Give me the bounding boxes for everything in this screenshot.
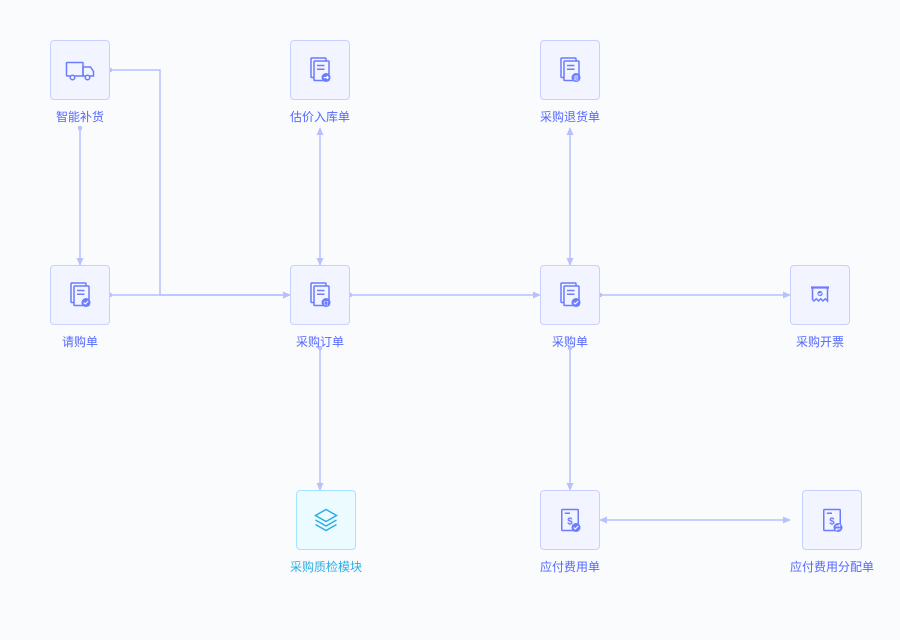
node-purchase-return[interactable]: 退 采购退货单 [540, 40, 600, 125]
document-badge-icon: 订 [302, 277, 338, 313]
stack-icon [308, 502, 344, 538]
node-icon-box [540, 265, 600, 325]
node-label: 采购开票 [796, 333, 844, 350]
flow-diagram: 智能补货 估价入库单 退 采购退货单 [0, 0, 900, 640]
node-label: 估价入库单 [290, 108, 350, 125]
node-icon-box [296, 490, 356, 550]
node-icon-box [50, 40, 110, 100]
node-icon-box [50, 265, 110, 325]
document-return-icon: 退 [552, 52, 588, 88]
receipt-icon [802, 277, 838, 313]
truck-icon [62, 52, 98, 88]
node-label: 应付费用分配单 [790, 558, 874, 575]
node-label: 采购退货单 [540, 108, 600, 125]
document-money-swap-icon: $ [814, 502, 850, 538]
node-ap-expense-alloc[interactable]: $ 应付费用分配单 [790, 490, 874, 575]
svg-text:订: 订 [323, 300, 329, 307]
node-icon-box [290, 40, 350, 100]
node-label: 智能补货 [56, 108, 104, 125]
node-label: 采购订单 [296, 333, 344, 350]
node-label: 应付费用单 [540, 558, 600, 575]
node-label: 采购单 [552, 333, 588, 350]
node-icon-box: 订 [290, 265, 350, 325]
node-label: 采购质检模块 [290, 558, 362, 575]
node-est-inbound[interactable]: 估价入库单 [290, 40, 350, 125]
node-icon-box: 退 [540, 40, 600, 100]
node-qc-module[interactable]: 采购质检模块 [290, 490, 362, 575]
document-check-icon [62, 277, 98, 313]
document-check-icon [552, 277, 588, 313]
document-money-check-icon: $ [552, 502, 588, 538]
node-purchase-order[interactable]: 订 采购订单 [290, 265, 350, 350]
node-label: 请购单 [62, 333, 98, 350]
node-purchase-request[interactable]: 请购单 [50, 265, 110, 350]
flow-arrows [0, 0, 900, 640]
node-ap-expense[interactable]: $ 应付费用单 [540, 490, 600, 575]
node-icon-box: $ [802, 490, 862, 550]
node-icon-box: $ [540, 490, 600, 550]
node-smart-replenish[interactable]: 智能补货 [50, 40, 110, 125]
node-purchase-doc[interactable]: 采购单 [540, 265, 600, 350]
node-icon-box [790, 265, 850, 325]
document-arrow-icon [302, 52, 338, 88]
node-invoice[interactable]: 采购开票 [790, 265, 850, 350]
